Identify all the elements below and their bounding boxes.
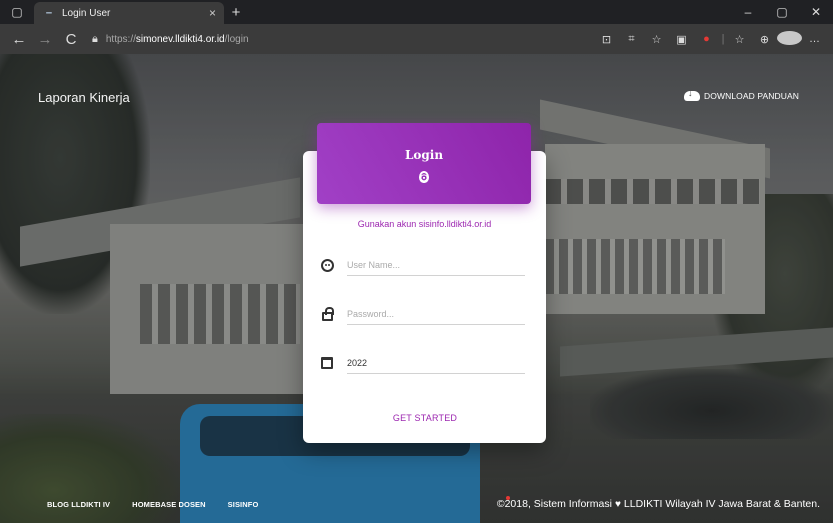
- username-field: [320, 254, 525, 276]
- login-card-header: Login: [317, 123, 531, 204]
- apps-icon[interactable]: ⌗: [619, 33, 644, 46]
- lock-outline-icon: [320, 306, 334, 321]
- footer-links: BLOG LLDIKTI IV HOMEBASE DOSEN SISINFO: [47, 500, 258, 509]
- password-input[interactable]: [347, 303, 525, 325]
- extension-icon[interactable]: ▣: [669, 33, 694, 46]
- tab-favicon-icon: ━: [46, 7, 52, 18]
- favorites-bar-icon[interactable]: ☆: [727, 33, 752, 46]
- footer-link-blog[interactable]: BLOG LLDIKTI IV: [47, 500, 110, 509]
- footer-link-sisinfo[interactable]: SISINFO: [228, 500, 259, 509]
- tab-close-icon[interactable]: ×: [209, 6, 216, 20]
- reload-button[interactable]: C: [58, 31, 84, 48]
- profile-avatar[interactable]: [777, 30, 802, 48]
- calendar-icon: [320, 356, 334, 370]
- heart-icon: ♥: [614, 498, 621, 510]
- browser-tab[interactable]: ━ Login User ×: [34, 2, 224, 24]
- brand-title[interactable]: Laporan Kinerja: [38, 90, 130, 105]
- favorite-icon[interactable]: ☆: [644, 33, 669, 46]
- url-protocol: https://: [105, 33, 136, 45]
- copyright-suffix: LLDIKTI Wilayah IV Jawa Barat & Banten.: [623, 498, 820, 510]
- forward-button[interactable]: →: [32, 31, 58, 48]
- cloud-download-icon: [684, 88, 701, 101]
- copyright: ©2018, Sistem Informasi ♥ LLDIKTI Wilaya…: [497, 498, 820, 510]
- password-field: [320, 303, 525, 325]
- download-guide-label: DOWNLOAD PANDUAN: [704, 91, 799, 101]
- url-field[interactable]: 🔒︎ https://simonev.lldikti4.or.id/login: [92, 28, 584, 50]
- restore-button[interactable]: ▢: [765, 5, 799, 19]
- get-started-button[interactable]: GET STARTED: [370, 410, 480, 426]
- tab-title: Login User: [62, 7, 111, 19]
- back-button[interactable]: ←: [6, 31, 32, 48]
- download-guide-link[interactable]: DOWNLOAD PANDUAN: [684, 88, 799, 101]
- window-controls: – ▢ ✕: [731, 5, 833, 19]
- url-host: simonev.lldikti4.or.id: [135, 33, 225, 45]
- extension-red-icon[interactable]: ●: [694, 33, 719, 45]
- year-input[interactable]: [347, 352, 525, 374]
- username-input[interactable]: [347, 254, 525, 276]
- reader-view-icon[interactable]: ⊡: [594, 33, 619, 46]
- window-menu-icon[interactable]: ▢: [0, 0, 34, 24]
- address-bar: ← → C 🔒︎ https://simonev.lldikti4.or.id /…: [0, 24, 833, 54]
- footer-link-homebase[interactable]: HOMEBASE DOSEN: [132, 500, 206, 509]
- lock-icon[interactable]: 🔒︎: [92, 33, 98, 46]
- copyright-prefix: ©2018, Sistem Informasi: [496, 498, 612, 510]
- minimize-button[interactable]: –: [731, 5, 765, 19]
- toolbar-separator: |: [721, 33, 725, 45]
- browser-tab-bar: ▢ ━ Login User × + – ▢ ✕: [0, 0, 833, 24]
- page-background: Laporan Kinerja DOWNLOAD PANDUAN Login G…: [0, 54, 833, 523]
- url-path: /login: [224, 33, 249, 45]
- new-tab-button[interactable]: +: [224, 4, 248, 21]
- close-window-button[interactable]: ✕: [799, 5, 833, 19]
- year-field: [320, 352, 525, 374]
- login-title: Login: [404, 148, 444, 162]
- login-hint: Gunakan akun sisinfo.lldikti4.or.id: [357, 219, 492, 229]
- face-icon: [320, 258, 334, 272]
- more-menu-icon[interactable]: …: [802, 33, 827, 45]
- collections-icon[interactable]: ⊕: [752, 33, 777, 46]
- fingerprint-icon: [419, 171, 429, 183]
- browser-toolbar: ⊡ ⌗ ☆ ▣ ● | ☆ ⊕ …: [594, 30, 827, 48]
